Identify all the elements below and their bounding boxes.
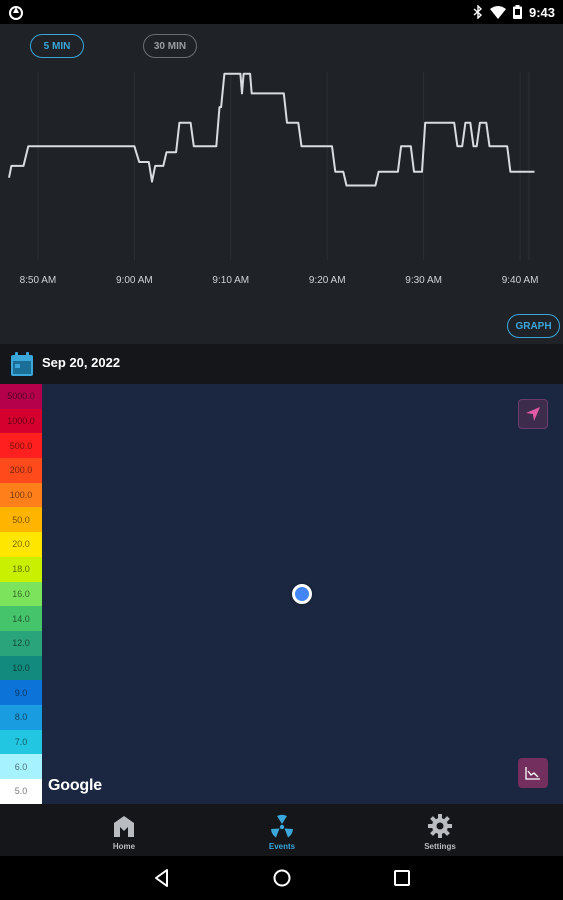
x-tick-label: 9:40 AM [502, 275, 539, 286]
tab-home[interactable]: Home [64, 804, 184, 856]
navigation-arrow-icon [526, 407, 540, 421]
x-tick-label: 9:10 AM [212, 275, 249, 286]
legend-item: 500.0 [0, 433, 42, 459]
graph-button[interactable]: GRAPH [507, 314, 560, 338]
x-tick-label: 8:50 AM [20, 275, 57, 286]
legend-item: 200.0 [0, 458, 42, 483]
range-30min-button[interactable]: 30 MIN [143, 34, 197, 58]
legend-item: 20.0 [0, 532, 42, 557]
dose-rate-chart: 8:50 AM 9:00 AM 9:10 AM 9:20 AM 9:30 AM 9:40 … [8, 72, 539, 286]
status-time: 9:43 [528, 4, 555, 20]
date-row[interactable]: Sep 20, 2022 [0, 344, 563, 384]
legend-item: 5000.0 [0, 384, 42, 409]
x-tick-label: 9:30 AM [405, 275, 442, 286]
legend-item: 12.0 [0, 630, 42, 656]
x-tick-label: 9:00 AM [116, 275, 153, 286]
legend-item: 8.0 [0, 704, 42, 730]
battery-icon [512, 5, 522, 19]
selected-date: Sep 20, 2022 [42, 355, 121, 370]
home-button-icon[interactable] [271, 867, 293, 889]
legend-item: 18.0 [0, 556, 42, 582]
tab-settings-label: Settings [424, 842, 456, 851]
back-icon[interactable] [151, 867, 173, 889]
map-view[interactable]: 5000.0 1000.0 500.0 200.0 100.0 50.0 20.0 18.0 1… [0, 384, 563, 804]
legend-item: 14.0 [0, 606, 42, 631]
range-5min-button[interactable]: 5 MIN [30, 34, 84, 58]
bluetooth-icon [473, 5, 482, 19]
tab-home-label: Home [112, 842, 136, 851]
x-tick-label: 9:20 AM [309, 275, 346, 286]
wifi-icon [489, 5, 506, 19]
legend-item: 50.0 [0, 507, 42, 533]
status-bar: 9:43 [0, 0, 563, 24]
calendar-icon[interactable] [11, 352, 33, 376]
recents-icon[interactable] [391, 867, 413, 889]
legend-item: 9.0 [0, 680, 42, 705]
chart-toggle-button[interactable] [518, 758, 548, 788]
tab-settings[interactable]: Settings [380, 804, 500, 856]
my-location-button[interactable] [518, 399, 548, 429]
line-chart-icon [525, 767, 540, 780]
radiation-icon [271, 814, 293, 838]
tab-events-label: Events [268, 842, 296, 851]
tab-events[interactable]: Events [222, 804, 342, 856]
legend-item: 5.0 [0, 779, 42, 804]
legend-item: 1000.0 [0, 408, 42, 434]
dose-legend: 5000.0 1000.0 500.0 200.0 100.0 50.0 20.0 18.0 1… [0, 384, 42, 804]
series-line [8, 72, 535, 187]
legend-item: 16.0 [0, 581, 42, 607]
google-attribution: Google [48, 777, 102, 794]
legend-item: 10.0 [0, 655, 42, 681]
current-location-marker [292, 584, 312, 604]
legend-item: 7.0 [0, 729, 42, 755]
bottom-tab-bar: Home Events Settings [0, 804, 563, 856]
app-notification-icon [9, 6, 23, 20]
system-nav-bar [0, 856, 563, 900]
legend-item: 100.0 [0, 482, 42, 508]
gear-icon [428, 814, 452, 838]
home-icon [114, 816, 134, 837]
legend-item: 6.0 [0, 754, 42, 779]
graph-panel: 8:50 AM 9:00 AM 9:10 AM 9:20 AM 9:30 AM 9:40 … [0, 24, 563, 344]
